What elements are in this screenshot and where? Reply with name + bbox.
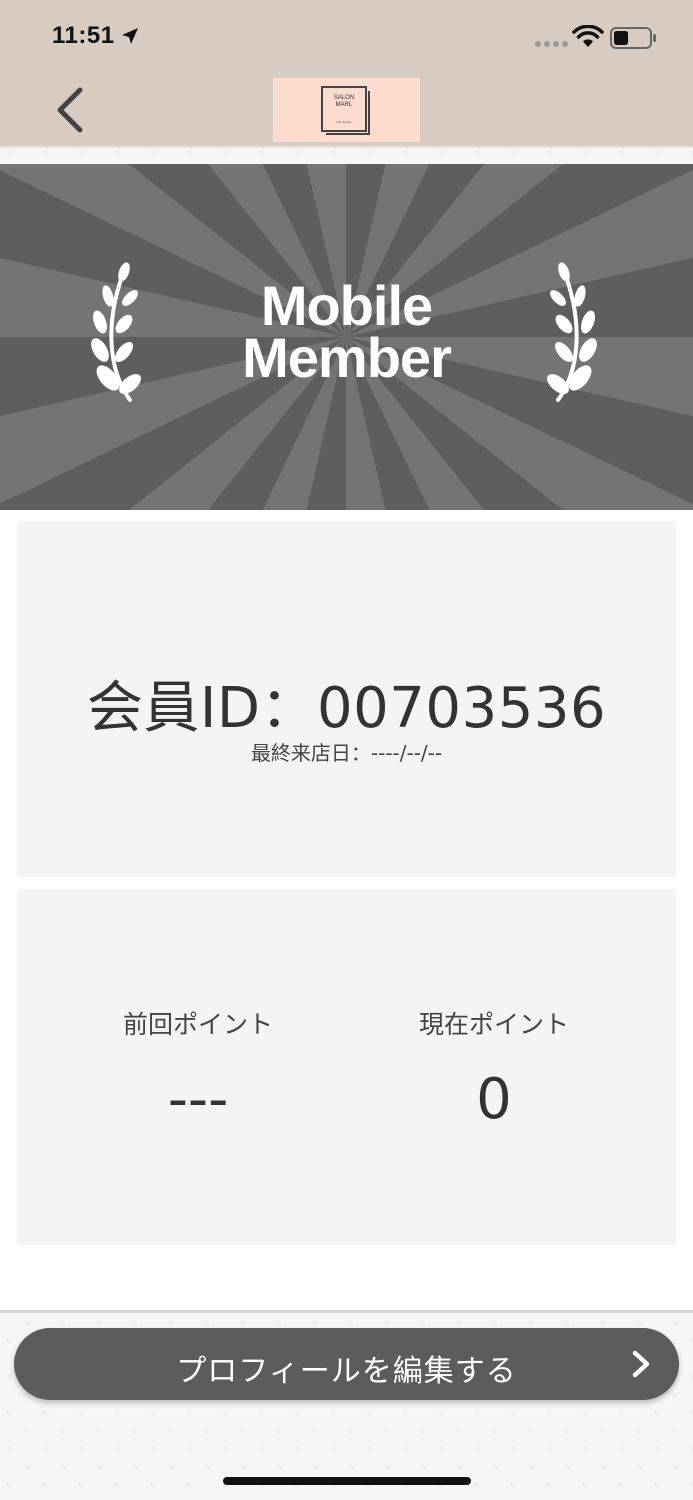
nav-divider: [0, 146, 693, 148]
banner-title-line1: Mobile: [260, 274, 433, 337]
last-visit: 最終来店日：----/--/--: [17, 737, 676, 766]
content-divider: [0, 1310, 693, 1313]
mobile-member-banner: Mobile Member: [0, 164, 693, 510]
current-points-value: 0: [476, 1067, 512, 1132]
points-card: 前回ポイント --- 現在ポイント 0: [17, 889, 676, 1245]
wifi-icon: [572, 25, 604, 47]
previous-points-value: ---: [167, 1067, 229, 1132]
battery-icon: [610, 27, 656, 49]
banner-title-line2: Member: [242, 326, 452, 389]
member-id-value: 00703536: [317, 676, 607, 741]
location-arrow-icon: [122, 28, 138, 44]
status-time: 11:51: [52, 22, 115, 49]
chevron-right-icon: [632, 1350, 650, 1378]
member-id: 会員ID：00703536: [17, 663, 676, 744]
previous-points-label: 前回ポイント: [122, 1010, 273, 1039]
salon-logo: SALON MARL hair design: [273, 78, 420, 142]
member-id-card: 会員ID：00703536 最終来店日：----/--/--: [17, 521, 676, 877]
member-id-label: 会員ID：: [86, 676, 318, 741]
home-indicator[interactable]: [223, 1477, 471, 1485]
banner-title: Mobile Member: [0, 274, 693, 389]
top-bar: 11:51 SALON MARL hair design: [0, 0, 693, 146]
logo-title: SALON MARL: [333, 95, 355, 108]
edit-profile-label: プロフィールを編集する: [176, 1354, 517, 1389]
current-points-label: 現在ポイント: [418, 1010, 569, 1039]
last-visit-value: ----/--/--: [370, 741, 443, 765]
logo-frame: SALON MARL hair design: [321, 86, 370, 135]
cellular-signal-icon: [535, 41, 568, 47]
logo-subtitle: hair design: [336, 120, 352, 124]
member-content: 会員ID：00703536 最終来店日：----/--/-- 前回ポイント --…: [0, 510, 693, 1310]
back-chevron-icon[interactable]: [50, 84, 90, 136]
last-visit-label: 最終来店日：: [250, 741, 371, 765]
edit-profile-button[interactable]: プロフィールを編集する: [14, 1328, 679, 1400]
